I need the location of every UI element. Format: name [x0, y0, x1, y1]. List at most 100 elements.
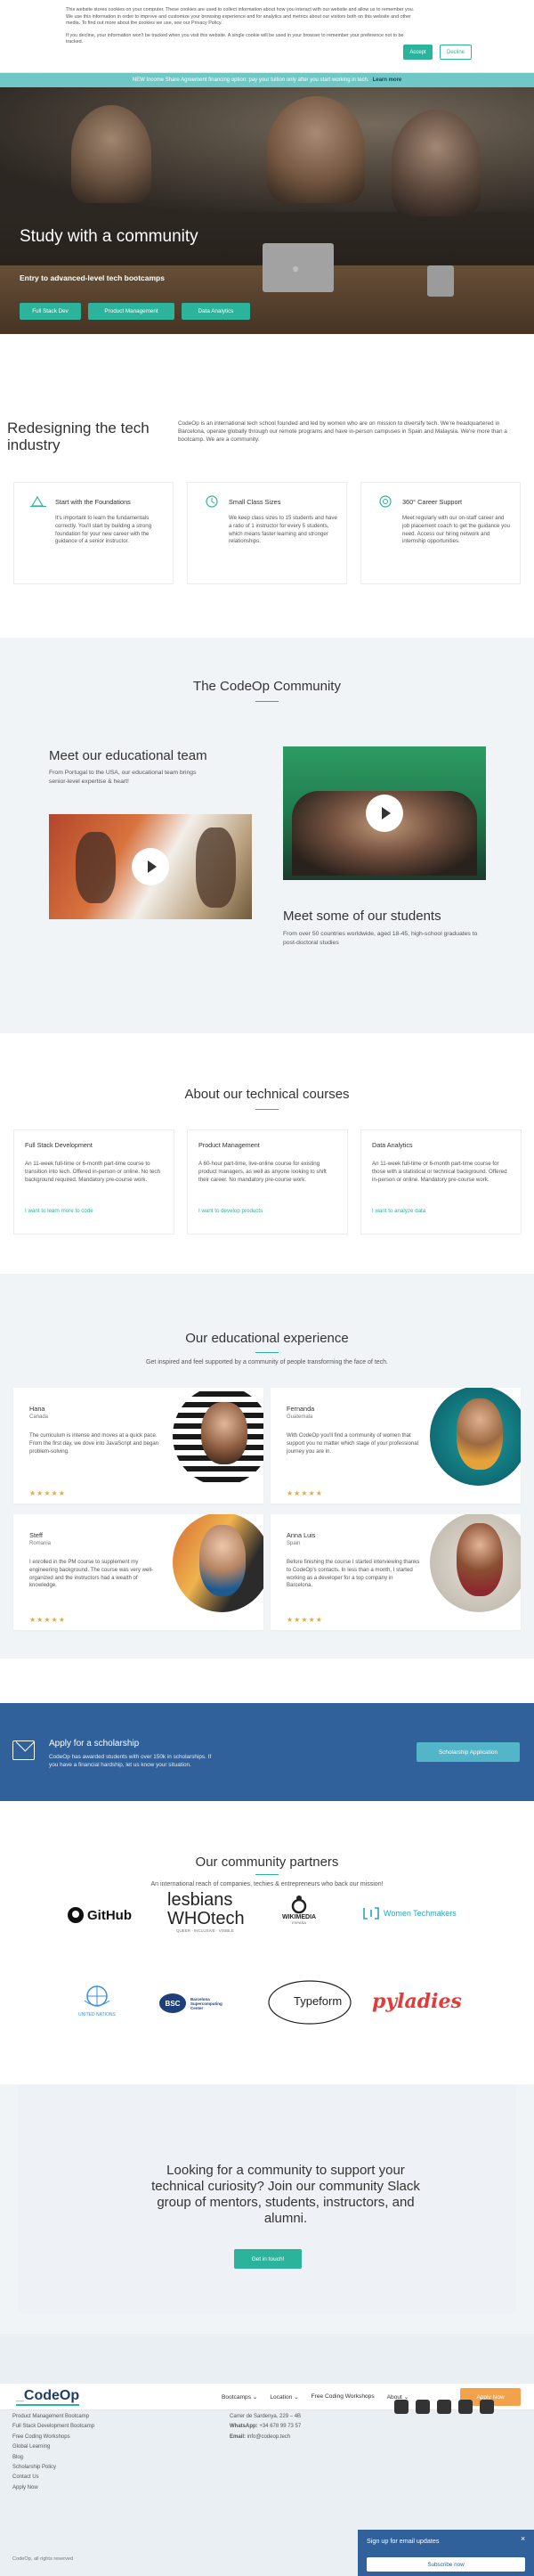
course-title: Data Analytics [372, 1141, 413, 1149]
nav-location[interactable]: Location ⌄ [270, 2393, 298, 2401]
video-person [76, 832, 116, 903]
accept-cookies-button[interactable]: Accept [403, 45, 433, 60]
play-icon[interactable] [366, 795, 403, 832]
close-icon[interactable]: × [521, 2534, 525, 2543]
title-underline [255, 1352, 279, 1353]
pyladies-logo[interactable]: pyladies [372, 1990, 462, 2013]
footer-link[interactable]: Apply Now [12, 2483, 94, 2493]
announcement-text: NEW Income Share Agreement financing opt… [132, 77, 369, 83]
testimonial-card: Hana Canada The curriculum is intense an… [13, 1388, 263, 1504]
experience-section: Our educational experience Get inspired … [0, 1274, 534, 1659]
footer-link[interactable]: Contact Us [12, 2473, 94, 2482]
feature-text: Meet regularly with our on-staff career … [402, 515, 510, 545]
experience-title: Our educational experience [185, 1331, 349, 1346]
lesbians-who-tech-logo[interactable]: lesbians WHOtech QUEER · INCLUSIVE · VIS… [167, 1890, 245, 1933]
play-icon[interactable] [132, 848, 169, 885]
team-text: From Portugal to the USA, our educationa… [49, 770, 197, 785]
testimonial-card: Anna Luis Spain Before finishing the cou… [271, 1514, 521, 1630]
testimonial-name: Steff [29, 1531, 43, 1539]
scholarship-banner: Apply for a scholarship CodeOp has award… [0, 1703, 534, 1801]
team-video[interactable] [49, 814, 252, 919]
title-underline [255, 1109, 279, 1110]
testimonial-place: Romania [29, 1541, 52, 1546]
nav-free-workshops[interactable]: Free Coding Workshops [312, 2393, 375, 2401]
cookie-text-decline: If you decline, your information won't b… [66, 32, 404, 45]
instagram-icon[interactable] [437, 2400, 451, 2414]
testimonial-photo [173, 1388, 263, 1486]
footer-contact: Carrer de Sardenya, 229 – 4B WhatsApp: +… [230, 2412, 301, 2442]
footer-whatsapp: WhatsApp: +34 678 99 73 57 [230, 2424, 302, 2430]
footer-link[interactable]: Free Coding Workshops [12, 2433, 94, 2442]
title-underline [255, 701, 279, 702]
footer-link[interactable]: Product Management Bootcamp [12, 2412, 94, 2422]
announcement-link[interactable]: Learn more [373, 77, 402, 83]
codeop-logo[interactable]: _CodeOp [16, 2388, 80, 2406]
full-stack-button[interactable]: Full Stack Dev [20, 303, 81, 320]
star-rating-icon: ★★★★★ [287, 1616, 323, 1624]
footer-link[interactable]: Scholarship Policy [12, 2463, 94, 2473]
footer-email[interactable]: Email: info@codeop.tech [230, 2433, 301, 2442]
foundation-icon [30, 495, 46, 507]
partners-title: Our community partners [195, 1855, 339, 1870]
linkedin-icon[interactable] [458, 2400, 473, 2414]
courses-section: About our technical courses Full Stack D… [0, 1033, 534, 1274]
course-card-full-stack: Full Stack Development An 11-week full-t… [13, 1129, 174, 1235]
feature-title: Small Class Sizes [229, 498, 281, 506]
footer-link[interactable]: Global Learning [12, 2442, 94, 2452]
copyright: CodeOp, all rights reserved [12, 2556, 74, 2562]
wikimedia-icon [291, 1895, 307, 1914]
feature-text: It's important to learn the fundamentals… [55, 515, 152, 545]
cookie-buttons: Accept Decline [403, 45, 472, 60]
lesbians-logo-tagline: QUEER · INCLUSIVE · VISIBLE [176, 1928, 234, 1933]
github-icon [68, 1907, 84, 1923]
star-rating-icon: ★★★★★ [29, 1489, 66, 1497]
hero-subtitle: Entry to advanced-level tech bootcamps [20, 273, 165, 282]
testimonial-name: Fernanda [287, 1405, 315, 1413]
course-title: Full Stack Development [25, 1141, 93, 1149]
video-person [196, 827, 236, 908]
star-rating-icon: ★★★★★ [287, 1489, 323, 1497]
students-title: Meet some of our students [283, 909, 441, 924]
scholarship-application-button[interactable]: Scholarship Application [417, 1742, 520, 1762]
github-logo-text: GitHub [87, 1907, 132, 1923]
course-link[interactable]: I want to develop products [198, 1208, 336, 1214]
testimonial-place: Guatemala [287, 1414, 313, 1420]
course-card-product: Product Management A 60-hour part-time, … [187, 1129, 348, 1235]
students-video[interactable] [283, 746, 486, 880]
wikimedia-logo-text: WIKIMEDIA [282, 1914, 317, 1920]
product-management-button[interactable]: Product Management [88, 303, 174, 320]
slack-card: Looking for a community to support your … [18, 2084, 516, 2314]
social-icons [394, 2400, 494, 2414]
women-techmakers-logo[interactable]: Women Techmakers [363, 1907, 457, 1920]
typeform-logo[interactable]: Typeform [267, 1979, 352, 2026]
feature-title: 360° Career Support [402, 498, 463, 506]
experience-subtitle: Get inspired and feel supported by a com… [146, 1359, 388, 1365]
facebook-icon[interactable] [394, 2400, 409, 2414]
subscribe-button[interactable]: Subscribe now [367, 2557, 525, 2572]
github-logo[interactable]: GitHub [67, 1906, 132, 1924]
redesign-intro: CodeOp is an international tech school f… [178, 420, 507, 443]
typeform-text: Typeform [294, 1994, 343, 2008]
community-title: The CodeOp Community [193, 679, 341, 694]
email-signup-popup: Sign up for email updates × Subscribe no… [358, 2530, 534, 2576]
nav-bootcamps[interactable]: Bootcamps ⌄ [222, 2393, 257, 2401]
course-text: An 11-week full-time or 6-month part-tim… [25, 1161, 160, 1183]
footer-link[interactable]: Blog [12, 2453, 94, 2463]
partners-section: Our community partners An international … [0, 1801, 534, 2084]
envelope-icon [12, 1740, 35, 1760]
testimonial-name: Anna Luis [287, 1531, 316, 1539]
clock-icon [206, 495, 218, 508]
course-link[interactable]: I want to learn more to code [25, 1208, 163, 1214]
course-link[interactable]: I want to analyze data [372, 1208, 510, 1214]
footer-link[interactable]: Full Stack Development Bootcamp [12, 2422, 94, 2432]
get-in-touch-button[interactable]: Get in touch! [234, 2249, 302, 2269]
decline-cookies-button[interactable]: Decline [440, 45, 472, 60]
wikimedia-logo[interactable]: WIKIMEDIA ESPAÑA [282, 1895, 316, 1925]
bsc-logo[interactable]: BSC Barcelona Supercomputing Center [158, 1993, 222, 2014]
data-analytics-button[interactable]: Data Analytics [182, 303, 250, 320]
united-nations-logo[interactable]: UNITED NATIONS [78, 1983, 116, 2018]
bsc-text: Barcelona Supercomputing Center [190, 1997, 222, 2010]
twitter-icon[interactable] [416, 2400, 430, 2414]
footer-address: Carrer de Sardenya, 229 – 4B [230, 2414, 302, 2419]
youtube-icon[interactable] [480, 2400, 494, 2414]
